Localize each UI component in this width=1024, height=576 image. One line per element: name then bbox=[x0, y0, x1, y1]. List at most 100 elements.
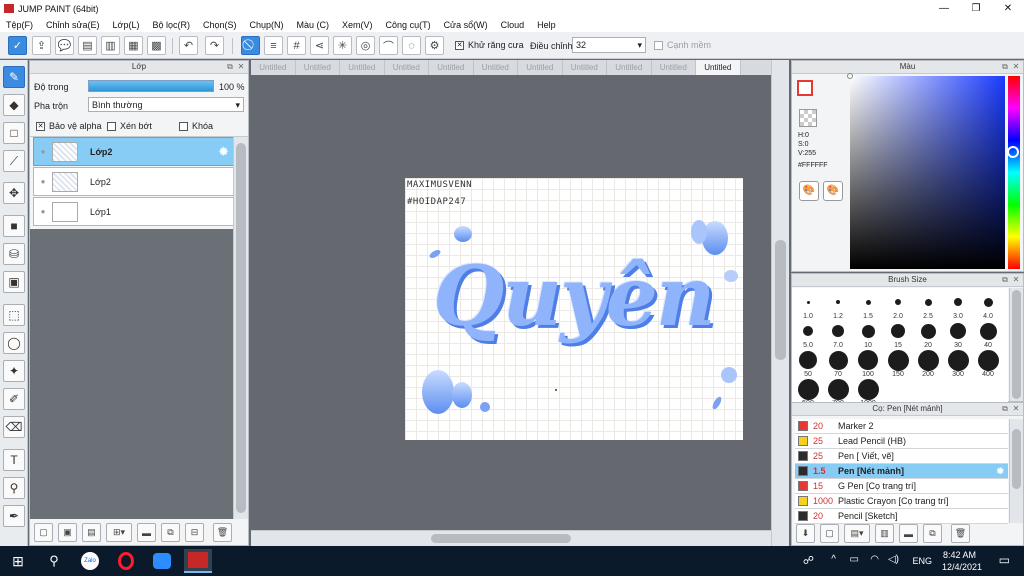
brush-list-scrollbar[interactable] bbox=[1009, 419, 1023, 523]
taskbar-app-jumppaint[interactable] bbox=[184, 549, 212, 573]
brush-size-option[interactable]: 3.0 bbox=[944, 291, 972, 320]
menu-help[interactable]: Help bbox=[537, 20, 556, 30]
close-button[interactable]: ✕ bbox=[992, 0, 1024, 17]
panel-detach-icon[interactable]: ⧉ bbox=[225, 62, 235, 72]
panel-close-icon[interactable]: ✕ bbox=[236, 62, 246, 72]
grid-page-icon[interactable]: ▦ bbox=[124, 36, 143, 55]
move-tool-icon[interactable]: ✥ bbox=[3, 182, 25, 204]
brush-tool-icon[interactable]: ✒ bbox=[3, 505, 25, 527]
duplicate-layer-icon[interactable]: ⧉ bbox=[161, 523, 180, 542]
clock-time[interactable]: 8:42 AM bbox=[943, 550, 976, 560]
adjust-select[interactable]: 32 ▾ bbox=[572, 37, 646, 53]
brush-item[interactable]: 20 Pencil [Sketch] bbox=[795, 509, 1008, 524]
document-tab[interactable]: Untitled bbox=[563, 60, 607, 75]
layer-scrollbar[interactable] bbox=[233, 137, 248, 519]
lock-checkbox[interactable] bbox=[179, 121, 188, 131]
panel-detach-icon[interactable]: ⧉ bbox=[1000, 62, 1010, 72]
new-layer-icon[interactable]: ▢ bbox=[34, 523, 53, 542]
scroll-thumb[interactable] bbox=[1012, 429, 1021, 489]
canvas-vscrollbar[interactable] bbox=[771, 60, 789, 546]
snap-settings-icon[interactable]: ⚙ bbox=[425, 36, 444, 55]
brush-item[interactable]: 1000 Plastic Crayon [Cọ trang trí] bbox=[795, 494, 1008, 509]
brush-size-option[interactable]: 10 bbox=[854, 320, 882, 349]
brush-size-option[interactable]: 70 bbox=[824, 349, 852, 378]
protect-alpha-checkbox[interactable]: ✕ bbox=[36, 121, 45, 131]
menu-view[interactable]: Xem(V) bbox=[342, 20, 373, 30]
merge-layer-icon[interactable]: ⊟ bbox=[185, 523, 204, 542]
taskbar-app-zalo[interactable]: Zalo bbox=[76, 549, 104, 573]
antialias-checkbox[interactable]: ✕ bbox=[455, 40, 464, 50]
brush-folder-icon[interactable]: ▬ bbox=[899, 524, 918, 543]
brush-size-option[interactable]: 5.0 bbox=[794, 320, 822, 349]
canvas-hscrollbar[interactable] bbox=[251, 530, 771, 546]
redo-icon[interactable]: ↷ bbox=[205, 36, 224, 55]
rectangle-tool-icon[interactable]: □ bbox=[3, 122, 25, 144]
layer-row-selected[interactable]: ● Lớp2 ✹ bbox=[33, 137, 234, 166]
visibility-icon[interactable]: ● bbox=[34, 177, 52, 186]
document-tab[interactable]: Untitled bbox=[652, 60, 696, 75]
export-icon[interactable]: ⇪ bbox=[32, 36, 51, 55]
blend-select[interactable]: Bình thường ▾ bbox=[88, 97, 244, 112]
materials-icon[interactable]: ▩ bbox=[147, 36, 166, 55]
brush-delete-icon[interactable]: 🗑 bbox=[951, 524, 970, 543]
undo-icon[interactable]: ↶ bbox=[179, 36, 198, 55]
brush-size-option[interactable]: 30 bbox=[944, 320, 972, 349]
notification-icon[interactable]: ▭ bbox=[999, 553, 1010, 567]
scroll-thumb[interactable] bbox=[236, 143, 246, 513]
document-tab[interactable]: Untitled bbox=[474, 60, 518, 75]
line-tool-icon[interactable]: ⟋ bbox=[3, 150, 25, 172]
panel-detach-icon[interactable]: ⧉ bbox=[1000, 404, 1010, 414]
battery-icon[interactable]: ▭ bbox=[850, 554, 859, 565]
snap-ellipse-icon[interactable]: ◌ bbox=[402, 36, 421, 55]
pen-tool-icon[interactable]: ✎ bbox=[3, 66, 25, 88]
fill-rect-tool-icon[interactable]: ■ bbox=[3, 215, 25, 237]
document-tab[interactable]: Untitled bbox=[429, 60, 474, 75]
document-tab[interactable]: Untitled bbox=[518, 60, 563, 75]
brush-download-icon[interactable]: ⬇ bbox=[796, 524, 815, 543]
layer-row[interactable]: ● Lớp2 bbox=[33, 167, 234, 196]
bucket-tool-icon[interactable]: ⛁ bbox=[3, 243, 25, 265]
brush-item-selected[interactable]: 1.5 Pen [Nét mảnh] ✹ bbox=[795, 464, 1008, 479]
menu-layer[interactable]: Lớp(L) bbox=[113, 20, 140, 30]
snap-radial-icon[interactable]: ✳ bbox=[333, 36, 352, 55]
search-icon[interactable]: ⚲ bbox=[40, 549, 68, 573]
picker-cursor[interactable] bbox=[847, 73, 853, 79]
document-tab[interactable]: Untitled bbox=[296, 60, 340, 75]
select-pen-tool-icon[interactable]: ✐ bbox=[3, 388, 25, 410]
brush-duplicate-icon[interactable]: ⧉ bbox=[923, 524, 942, 543]
scroll-thumb[interactable] bbox=[431, 534, 571, 543]
brush-size-option[interactable]: 300 bbox=[944, 349, 972, 378]
page-icon[interactable]: ▥ bbox=[101, 36, 120, 55]
menu-capture[interactable]: Chụp(N) bbox=[250, 20, 284, 30]
menu-tools[interactable]: Công cụ(T) bbox=[386, 20, 431, 30]
minimize-button[interactable]: — bbox=[928, 0, 960, 17]
brush-size-option[interactable]: 1.2 bbox=[824, 291, 852, 320]
menu-file[interactable]: Tệp(F) bbox=[6, 20, 33, 30]
document-tab[interactable]: Untitled bbox=[340, 60, 385, 75]
gradient-tool-icon[interactable]: ▣ bbox=[3, 271, 25, 293]
rect-select-tool-icon[interactable]: ⬚ bbox=[3, 304, 25, 326]
select-eraser-tool-icon[interactable]: ⌫ bbox=[3, 416, 25, 438]
brush-size-option[interactable]: 2.0 bbox=[884, 291, 912, 320]
snap-parallel-icon[interactable]: ≡ bbox=[264, 36, 283, 55]
palette-edit-icon[interactable]: 🎨 bbox=[823, 181, 843, 201]
brush-item[interactable]: 25 Lead Pencil (HB) bbox=[795, 434, 1008, 449]
delete-layer-icon[interactable]: 🗑 bbox=[213, 523, 232, 542]
transparent-swatch[interactable] bbox=[799, 109, 817, 127]
brush-size-option[interactable]: 20 bbox=[914, 320, 942, 349]
gear-icon[interactable]: ✹ bbox=[218, 144, 229, 160]
brush-add-menu-icon[interactable]: ▤▾ bbox=[844, 524, 870, 543]
menu-edit[interactable]: Chỉnh sửa(E) bbox=[46, 20, 100, 30]
language-indicator[interactable]: ENG bbox=[912, 556, 932, 566]
brush-item[interactable]: 20 Marker 2 bbox=[795, 419, 1008, 434]
menu-cloud[interactable]: Cloud bbox=[501, 20, 525, 30]
speech-bubble-icon[interactable]: 💬 bbox=[55, 36, 74, 55]
menu-select[interactable]: Chọn(S) bbox=[203, 20, 237, 30]
hue-handle[interactable] bbox=[1007, 146, 1019, 158]
clock-date[interactable]: 12/4/2021 bbox=[942, 562, 982, 572]
brush-size-option[interactable]: 400 bbox=[974, 349, 1002, 378]
scroll-thumb[interactable] bbox=[1012, 290, 1021, 399]
brush-size-option[interactable]: 200 bbox=[914, 349, 942, 378]
brush-item[interactable]: 25 Pen [ Viết, vẽ] bbox=[795, 449, 1008, 464]
panel-detach-icon[interactable]: ⧉ bbox=[1000, 275, 1010, 285]
